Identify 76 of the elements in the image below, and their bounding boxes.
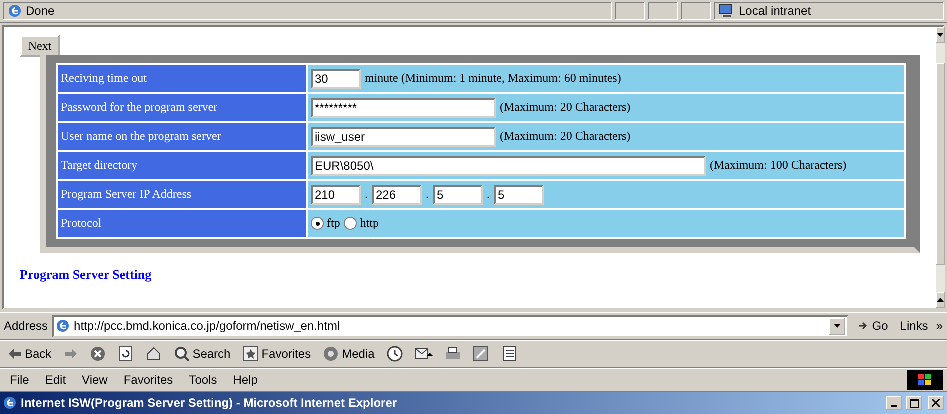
setting-label: User name on the program server xyxy=(58,123,306,150)
ip-separator: . xyxy=(426,187,429,202)
menu-item[interactable]: Tools xyxy=(183,371,224,389)
radio-button[interactable] xyxy=(344,217,358,230)
status-pane xyxy=(648,2,678,20)
field-hint: (Maximum: 100 Characters) xyxy=(710,158,847,173)
text-field[interactable]: EUR\8050\ xyxy=(311,156,706,176)
search-icon xyxy=(174,346,190,362)
app-icon xyxy=(3,396,17,410)
minimize-button[interactable] xyxy=(886,396,902,410)
zone-text: Local intranet xyxy=(739,4,812,18)
document-icon xyxy=(502,346,517,362)
radio-label: ftp xyxy=(327,216,340,231)
links-button[interactable]: Links xyxy=(896,317,932,335)
refresh-icon xyxy=(118,346,134,362)
field-hint: (Maximum: 20 Characters) xyxy=(500,100,631,115)
forward-arrow-icon xyxy=(64,348,78,360)
text-field[interactable]: 30 xyxy=(311,68,361,88)
page-icon xyxy=(56,319,70,333)
media-button[interactable]: Media xyxy=(319,344,379,364)
back-button[interactable]: Back xyxy=(4,345,56,363)
back-arrow-icon xyxy=(8,348,22,360)
maximize-icon xyxy=(910,398,918,408)
stop-icon xyxy=(90,346,106,362)
clock-icon xyxy=(386,346,403,362)
ip-octet-field[interactable]: 5 xyxy=(494,184,544,204)
address-field[interactable]: http://pcc.bmd.konica.co.jp/goform/netisw_en.html xyxy=(52,314,850,338)
home-icon xyxy=(146,346,162,362)
menu-item[interactable]: Help xyxy=(227,371,264,389)
address-label: Address xyxy=(4,319,48,333)
field-hint: (Maximum: 20 Characters) xyxy=(500,129,631,144)
page-icon xyxy=(8,4,22,18)
edit-icon xyxy=(472,346,491,362)
more-chevron[interactable]: » xyxy=(936,319,943,333)
favorites-button[interactable]: Favorites xyxy=(238,344,316,364)
scroll-down-icon xyxy=(937,33,944,37)
radio-button[interactable] xyxy=(311,217,324,230)
setting-label: Reciving time out xyxy=(58,65,306,92)
windows-logo-icon xyxy=(917,373,933,387)
scrollbar[interactable] xyxy=(936,27,945,308)
field-hint: minute (Minimum: 1 minute, Maximum: 60 minutes) xyxy=(365,71,622,86)
radio-label: http xyxy=(360,216,380,231)
setting-label: Program Server IP Address xyxy=(58,181,306,208)
ip-separator: . xyxy=(487,187,490,202)
close-icon xyxy=(932,399,940,407)
disc-icon xyxy=(323,346,340,362)
search-button[interactable]: Search xyxy=(170,344,235,364)
maximize-button[interactable] xyxy=(906,396,922,410)
text-field[interactable]: iisw_user xyxy=(311,126,496,146)
ip-octet-field[interactable]: 210 xyxy=(311,184,361,204)
setting-label: Password for the program server xyxy=(58,94,306,121)
ip-octet-field[interactable]: 226 xyxy=(372,184,422,204)
text-field[interactable]: ********* xyxy=(311,98,496,118)
setting-label: Protocol xyxy=(58,210,306,237)
menu-item[interactable]: Edit xyxy=(39,371,72,389)
ip-octet-field[interactable]: 5 xyxy=(433,184,483,204)
menu-item[interactable]: Favorites xyxy=(118,371,180,389)
scroll-up-icon xyxy=(937,298,944,302)
setting-label: Target directory xyxy=(58,152,306,179)
page-heading: Program Server Setting xyxy=(20,267,153,283)
next-button[interactable]: Next xyxy=(20,35,60,57)
close-button[interactable] xyxy=(928,396,944,410)
status-pane xyxy=(681,2,711,20)
status-text: Done xyxy=(26,4,55,18)
window-title: Internet ISW(Program Server Setting) - Microsoft Internet Explorer xyxy=(21,396,398,410)
go-button[interactable]: Go xyxy=(853,317,892,335)
status-pane xyxy=(615,2,645,20)
dropdown-caret-icon xyxy=(834,324,841,328)
menu-item[interactable]: File xyxy=(4,371,36,389)
computer-icon xyxy=(719,4,735,18)
arrow-icon xyxy=(857,320,870,332)
menu-item[interactable]: View xyxy=(76,371,114,389)
envelope-icon xyxy=(414,346,433,362)
printer-icon xyxy=(444,346,461,362)
ip-separator: . xyxy=(365,187,368,202)
star-icon xyxy=(242,346,259,362)
